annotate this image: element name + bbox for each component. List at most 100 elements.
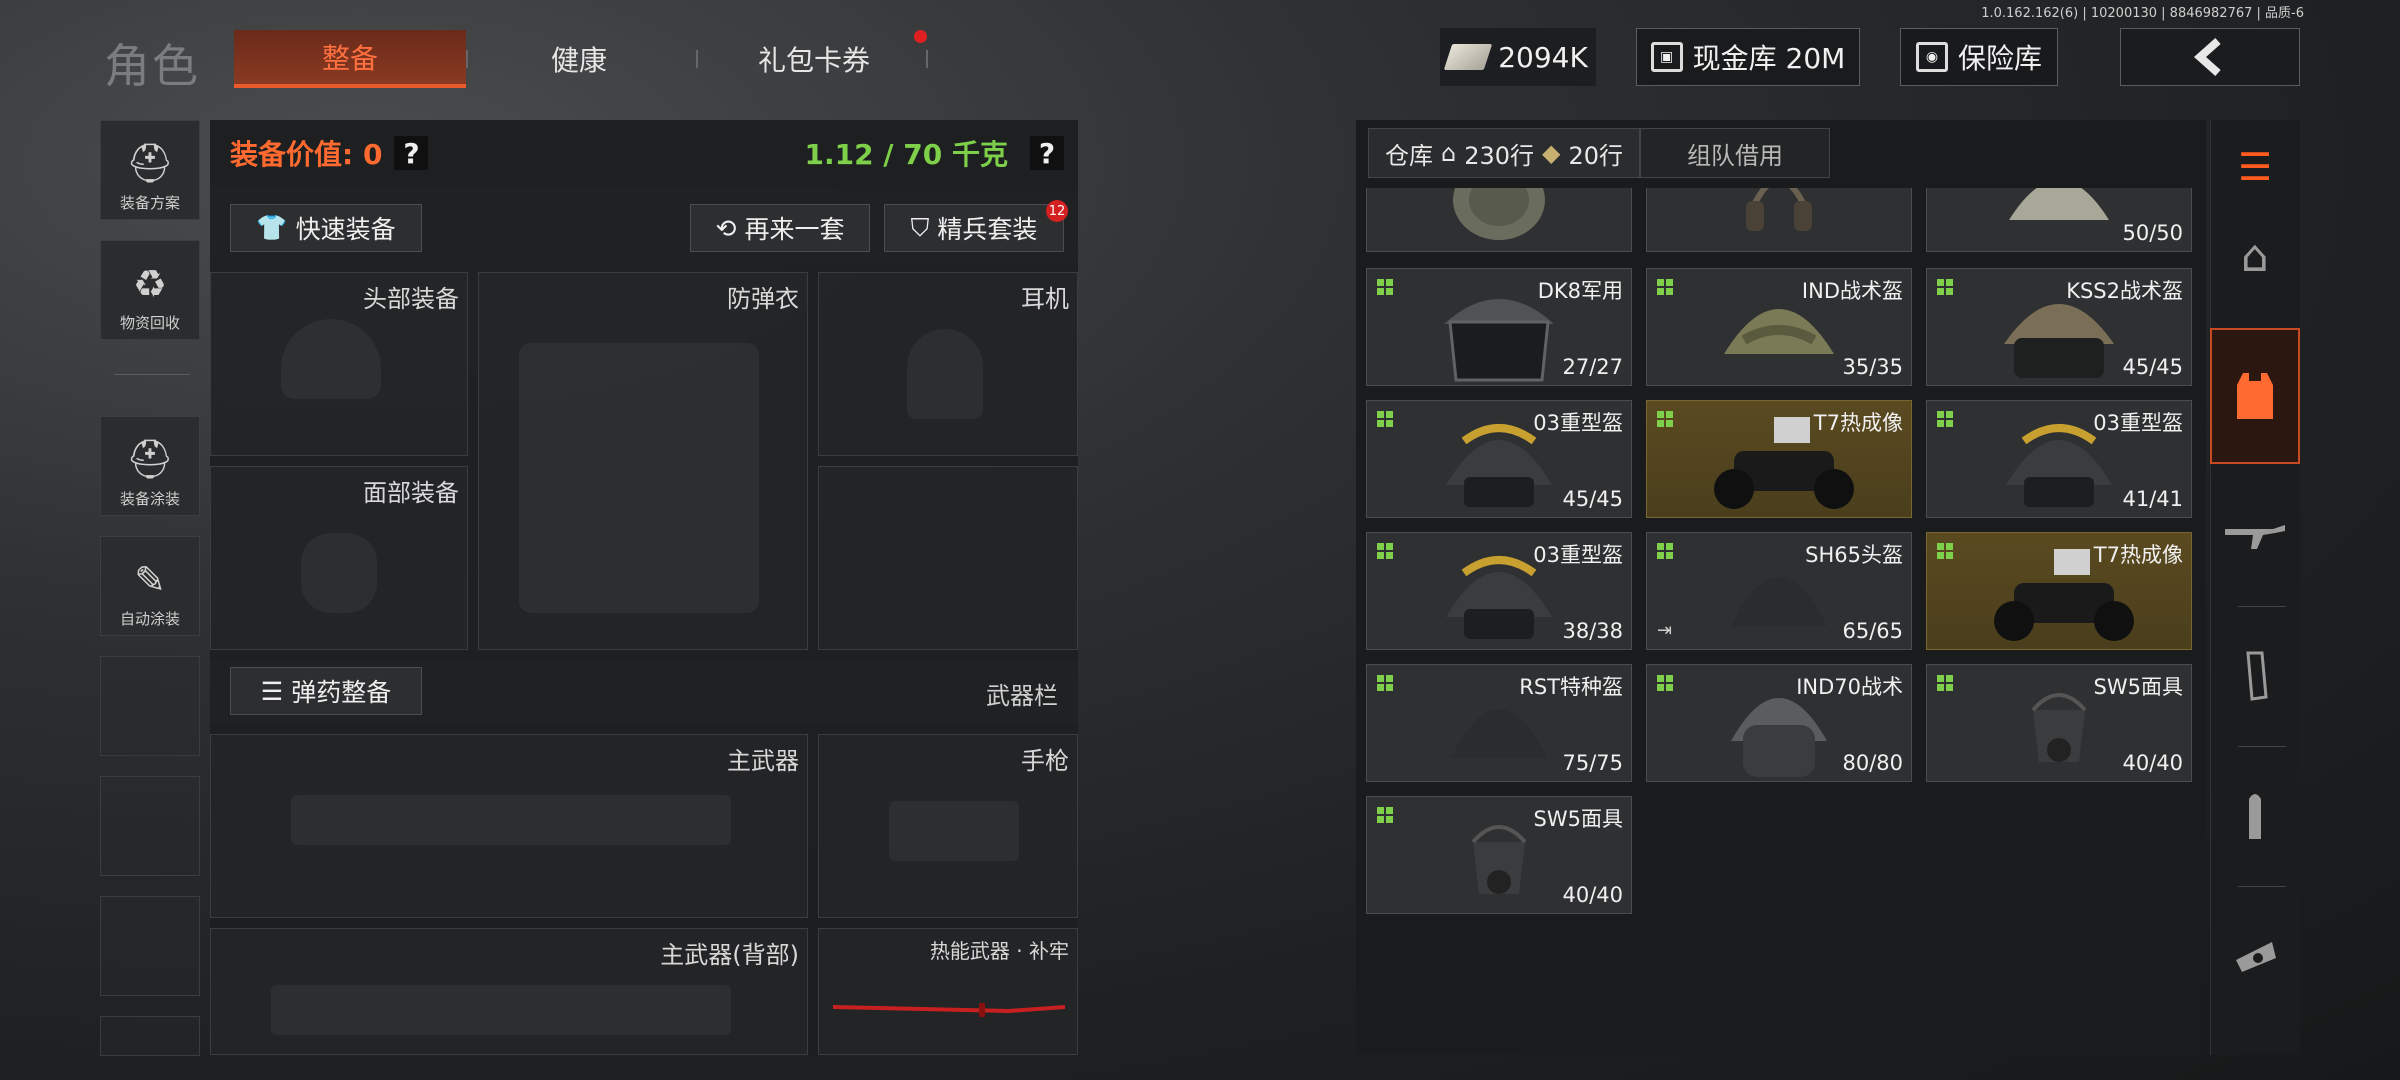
backpack-icon xyxy=(1444,188,1554,249)
tab-gift-vouchers[interactable]: 礼包卡券 xyxy=(698,30,930,88)
help-icon[interactable]: ? xyxy=(1030,136,1064,170)
item-durability: 27/27 xyxy=(1562,355,1623,379)
sidebar-item-auto-paint[interactable]: ✎ 自动涂装 xyxy=(100,536,200,636)
warehouse-item[interactable]: 03重型盔 45/45 xyxy=(1366,400,1632,518)
warehouse-item[interactable]: T7热成像 xyxy=(1926,532,2192,650)
slot-label: 手枪 xyxy=(1021,747,1069,775)
sidebar-item-label: 物资回收 xyxy=(119,314,180,332)
slot-label: 耳机 xyxy=(1021,285,1069,313)
tab-equip[interactable]: 整备 xyxy=(234,30,466,88)
rail-divider xyxy=(2238,886,2286,887)
warehouse-item[interactable]: 03重型盔 38/38 xyxy=(1366,532,1632,650)
warehouse-item[interactable]: RST特种盔 75/75 xyxy=(1366,664,1632,782)
shield-icon: ⛉ xyxy=(910,213,930,242)
slot-pistol[interactable]: 手枪 xyxy=(818,734,1078,918)
item-durability: 45/45 xyxy=(1562,487,1623,511)
rail-home-button[interactable]: ⌂ xyxy=(2210,196,2300,316)
item-durability: 50/50 xyxy=(2122,221,2183,245)
slot-armor[interactable]: 防弹衣 xyxy=(478,272,808,650)
rail-attachment-button[interactable] xyxy=(2210,896,2300,1016)
recycle-icon: ♻ xyxy=(132,262,168,306)
rail-armor-button[interactable] xyxy=(2210,328,2300,464)
warehouse-item[interactable] xyxy=(1646,188,1912,252)
magazine-icon xyxy=(2246,651,2268,701)
ammo-equip-button[interactable]: ☰ 弹药整备 xyxy=(230,667,422,715)
rifle-silhouette-icon xyxy=(291,795,731,845)
slot-earphone[interactable]: 耳机 xyxy=(818,272,1078,456)
item-name: 03重型盔 xyxy=(2093,411,2183,435)
slot-label: 热能武器 · 补牢 xyxy=(929,939,1069,963)
sidebar-item-label: 自动涂装 xyxy=(119,610,180,628)
cash-amount: 2094K xyxy=(1498,40,1588,74)
weight-readout: 1.12 / 70 千克 xyxy=(804,138,1008,171)
warehouse-item[interactable]: KSS2战术盔 45/45 xyxy=(1926,268,2192,386)
sight-icon xyxy=(2236,942,2276,972)
item-name: SW5面具 xyxy=(1533,807,1623,831)
warehouse-item[interactable]: DK8军用 27/27 xyxy=(1366,268,1632,386)
rail-rifle-button[interactable] xyxy=(2210,476,2300,596)
warehouse-item[interactable] xyxy=(1366,188,1632,252)
item-durability: 35/35 xyxy=(1842,355,1903,379)
tab-team-borrow[interactable]: 组队借用 xyxy=(1640,128,1831,178)
transfer-icon: ⇥ xyxy=(1657,620,1673,641)
item-name: 03重型盔 xyxy=(1533,411,1623,435)
slot-primary-weapon-back[interactable]: 主武器(背部) xyxy=(210,928,808,1055)
home-icon: ⌂ xyxy=(1441,139,1457,167)
item-durability: 41/41 xyxy=(2122,487,2183,511)
rail-magazine-button[interactable] xyxy=(2210,616,2300,736)
warehouse-item[interactable]: 50/50 xyxy=(1926,188,2192,252)
slot-extra[interactable] xyxy=(818,466,1078,650)
quick-equip-label: 快速装备 xyxy=(295,215,396,244)
quick-equip-button[interactable]: 👕 快速装备 xyxy=(230,204,422,252)
version-text: 1.0.162.162(6) | 10200130 | 8846982767 |… xyxy=(1981,6,2304,21)
slot-face[interactable]: 面部装备 xyxy=(210,466,468,650)
ammo-equip-label: 弹药整备 xyxy=(291,678,392,707)
warehouse-item[interactable]: IND70战术 80/80 xyxy=(1646,664,1912,782)
tab-health[interactable]: 健康 xyxy=(468,30,690,88)
size-grid-icon xyxy=(1377,411,1393,427)
slot-melee-weapon[interactable]: 热能武器 · 补牢 xyxy=(818,928,1078,1055)
sidebar-item-label: 装备方案 xyxy=(119,194,180,212)
slot-head[interactable]: 头部装备 xyxy=(210,272,468,456)
bullet-icon xyxy=(2249,794,2261,839)
safe-icon: ◉ xyxy=(1915,42,1948,72)
sidebar-item-equip-plan[interactable]: ⛑ 装备方案 xyxy=(100,120,200,220)
size-grid-icon xyxy=(1937,675,1953,691)
tab-storage-label: 仓库 xyxy=(1385,141,1433,170)
equip-value-bar: 装备价值: 0 ? 1.12 / 70 千克 ? xyxy=(210,120,1078,186)
item-durability: 40/40 xyxy=(1562,883,1623,907)
back-button[interactable] xyxy=(2120,28,2300,86)
size-grid-icon xyxy=(1377,807,1393,823)
sidebar-item-recycle[interactable]: ♻ 物资回收 xyxy=(100,240,200,340)
cash-vault-button[interactable]: ▣ 现金库 20M xyxy=(1636,28,1860,86)
item-name: RST特种盔 xyxy=(1519,675,1623,699)
size-grid-icon xyxy=(1657,543,1673,559)
size-grid-icon xyxy=(1937,279,1953,295)
warehouse-item[interactable]: IND战术盔 35/35 xyxy=(1646,268,1912,386)
storage-rows-extra: 20行 xyxy=(1568,141,1624,170)
warehouse-item[interactable]: 03重型盔 41/41 xyxy=(1926,400,2192,518)
item-name: T7热成像 xyxy=(1813,411,1903,435)
rail-ammo-button[interactable] xyxy=(2210,756,2300,876)
warehouse-item[interactable]: SH65头盔 65/65 ⇥ xyxy=(1646,532,1912,650)
help-icon[interactable]: ? xyxy=(394,136,429,170)
sidebar-empty-slot xyxy=(100,776,200,876)
warehouse-item[interactable]: SW5面具 40/40 xyxy=(1926,664,2192,782)
elite-set-button[interactable]: ⛉ 精兵套装 xyxy=(884,204,1064,252)
sidebar-empty-slot xyxy=(100,656,200,756)
size-grid-icon xyxy=(1657,411,1673,427)
shirt-icon: 👕 xyxy=(256,213,288,242)
size-grid-icon xyxy=(1377,543,1393,559)
redo-set-button[interactable]: ⟲ 再来一套 xyxy=(690,204,870,252)
sidebar-item-paint[interactable]: ⛑ 装备涂装 xyxy=(100,416,200,516)
tab-storage[interactable]: 仓库 ⌂ 230行 ◆ 20行 xyxy=(1368,128,1641,178)
slot-primary-weapon[interactable]: 主武器 xyxy=(210,734,808,918)
warehouse-item[interactable]: SW5面具 40/40 xyxy=(1366,796,1632,914)
home-icon: ⌂ xyxy=(2241,230,2269,282)
warehouse-item[interactable]: T7热成像 xyxy=(1646,400,1912,518)
slot-label: 面部装备 xyxy=(363,479,459,507)
paint-helmet-icon: ⛑ xyxy=(125,437,175,481)
insurance-vault-button[interactable]: ◉ 保险库 xyxy=(1900,28,2058,86)
cash-vault-label: 现金库 20M xyxy=(1692,42,1846,75)
helmet-silhouette-icon xyxy=(281,319,381,399)
